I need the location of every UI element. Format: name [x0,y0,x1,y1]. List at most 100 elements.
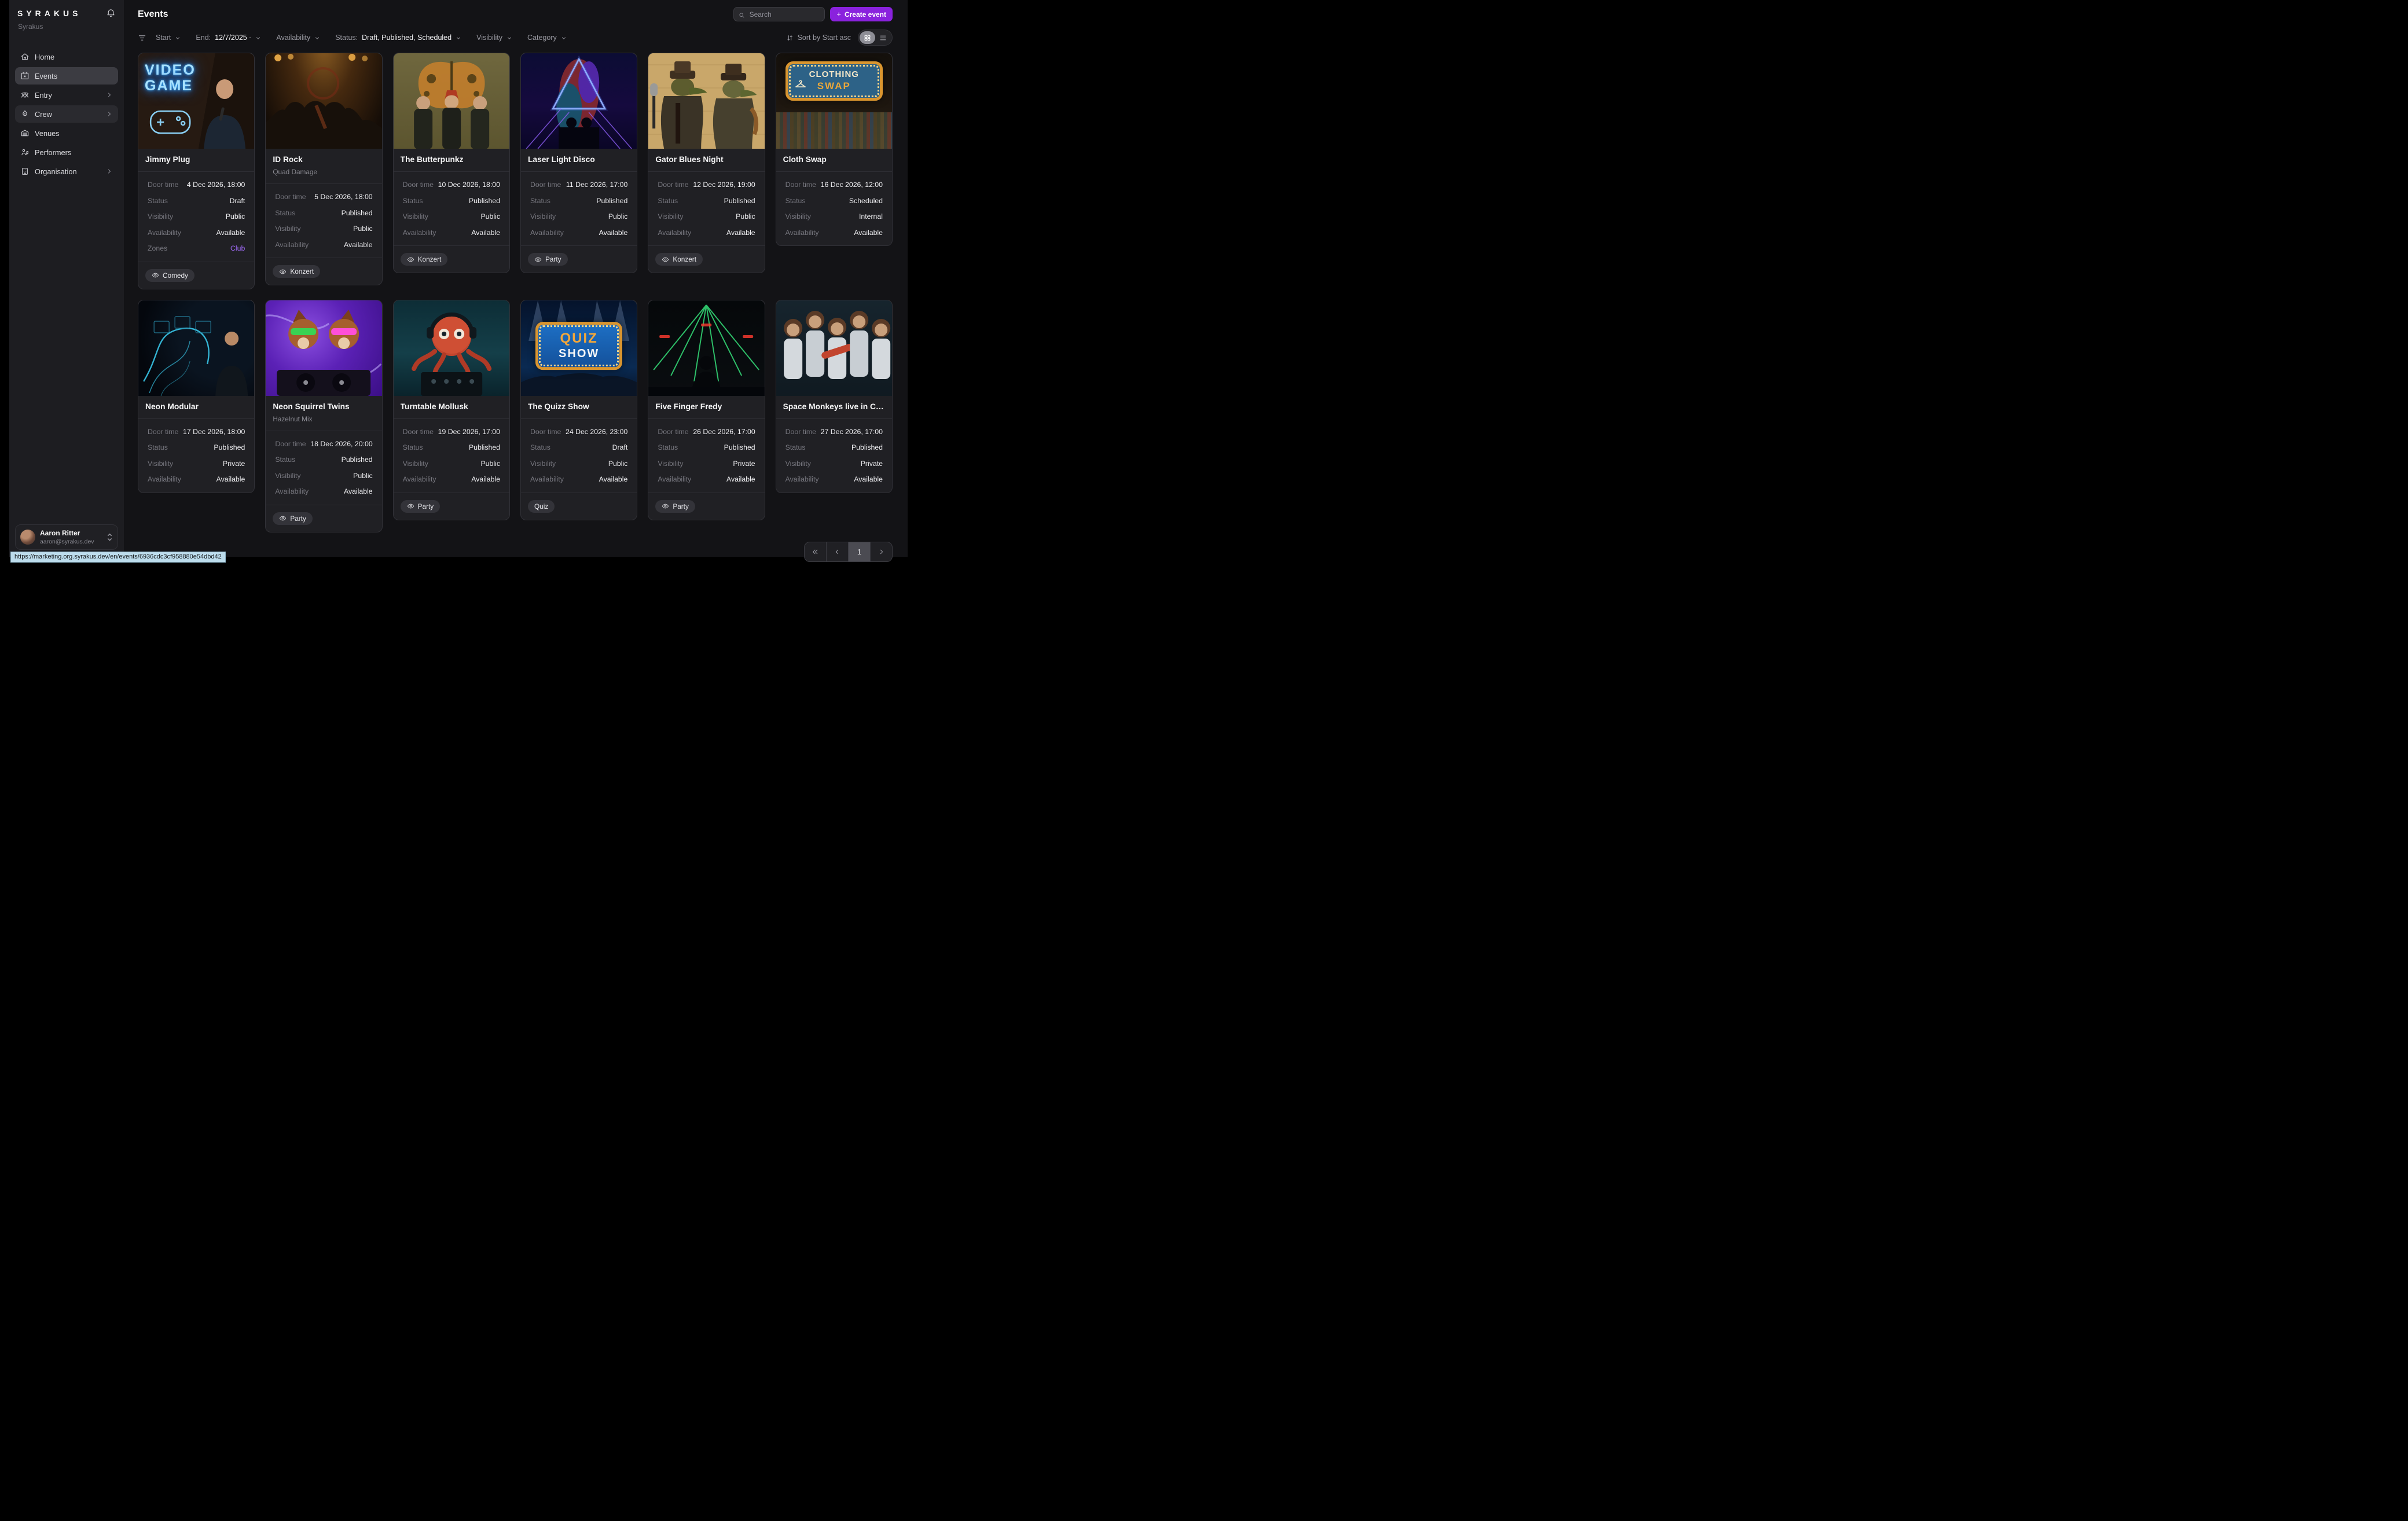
detail-value: Public [353,225,373,233]
category-label: Party [418,502,434,510]
event-card[interactable]: VIDEOGAMEJimmy PlugDoor time4 Dec 2026, … [138,53,255,289]
detail-label: Availability [275,487,309,495]
detail-label: Visibility [785,212,811,221]
detail-row: AvailabilityAvailable [148,229,245,237]
page-first-button[interactable] [805,542,826,561]
detail-row: StatusPublished [275,209,372,217]
category-label: Comedy [163,271,188,280]
event-title: Neon Modular [145,402,247,411]
search-input[interactable] [733,7,825,21]
sidebar-item-organisation[interactable]: Organisation [15,163,118,180]
sidebar-item-crew[interactable]: Crew [15,105,118,123]
sort-arrows-icon [786,34,794,42]
event-card[interactable]: Neon Modular Door time17 Dec 2026, 18:00S… [138,300,255,493]
event-image [266,53,381,149]
filter-availability[interactable]: Availability [276,34,320,42]
filter-label: Status: [335,34,358,42]
page-title: Events [138,9,168,20]
poster-text: QUIZSHOW [535,322,622,370]
detail-row: Door time4 Dec 2026, 18:00 [148,181,245,189]
detail-value: Published [469,197,500,205]
detail-row: Door time17 Dec 2026, 18:00 [148,428,245,436]
sidebar-item-events[interactable]: Events [15,67,118,84]
eye-icon [407,502,414,510]
detail-row: Door time16 Dec 2026, 12:00 [785,181,883,189]
event-card[interactable]: Turntable MolluskDoor time19 Dec 2026, 1… [393,300,510,520]
detail-label: Status [658,443,678,451]
detail-value: Published [724,443,755,451]
event-tags: Quiz [521,493,637,520]
detail-row: StatusPublished [785,443,883,451]
grid-view-button[interactable] [860,31,875,44]
event-details: Door time24 Dec 2026, 23:00StatusDraftVi… [521,418,637,493]
eye-icon [662,256,669,263]
eye-icon [279,268,287,275]
event-tags: Party [648,493,764,520]
detail-row: VisibilityPrivate [148,460,245,468]
create-event-button[interactable]: + Create event [830,7,893,21]
category-badge: Quiz [528,500,555,513]
list-view-button[interactable] [875,31,891,44]
sidebar-item-label: Organisation [35,167,101,176]
home-icon [20,52,30,61]
sidebar-item-venues[interactable]: Venues [15,124,118,142]
detail-value: Available [471,475,500,483]
category-badge: Konzert [655,253,703,266]
event-details: Door time27 Dec 2026, 17:00StatusPublish… [776,418,892,493]
detail-value: Available [344,487,373,495]
detail-label: Door time [658,428,688,436]
event-card[interactable]: ID RockQuad DamageDoor time5 Dec 2026, 1… [265,53,382,285]
detail-row: Door time11 Dec 2026, 17:00 [530,181,627,189]
detail-value: Available [854,229,883,237]
event-image [648,300,764,396]
filter-start[interactable]: Start [156,34,181,42]
event-title: Laser Light Disco [528,155,630,164]
detail-label: Door time [275,440,306,448]
detail-row: Door time19 Dec 2026, 17:00 [403,428,500,436]
event-card[interactable]: QUIZSHOWThe Quizz ShowDoor time24 Dec 20… [520,300,637,520]
event-card[interactable]: Five Finger FredyDoor time26 Dec 2026, 1… [648,300,765,520]
sidebar-item-home[interactable]: Home [15,48,118,65]
user-menu[interactable]: Aaron Ritter aaron@syrakus.dev [15,524,118,550]
detail-row: VisibilityPublic [530,460,627,468]
event-card[interactable]: The ButterpunkzDoor time10 Dec 2026, 18:… [393,53,510,273]
event-image: CLOTHINGSWAP [776,53,892,149]
app-window: SYRAKUS Syrakus HomeEventsEntryCrewVenue… [9,0,908,557]
page-next-button[interactable] [870,542,892,561]
event-subtitle: Quad Damage [273,168,375,176]
search-field[interactable] [748,10,820,19]
event-card[interactable]: CLOTHINGSWAPCloth SwapDoor time16 Dec 20… [776,53,893,246]
detail-label: Availability [530,475,564,483]
detail-value: Published [851,443,883,451]
chevron-down-icon [255,35,261,41]
event-card[interactable]: Space Monkeys live in Conc...Door time27… [776,300,893,493]
bell-icon[interactable] [106,8,116,18]
filter-visibility[interactable]: Visibility [476,34,512,42]
sidebar-item-entry[interactable]: Entry [15,86,118,104]
filter-status[interactable]: Status: Draft, Published, Scheduled [335,34,461,42]
filter-category[interactable]: Category [527,34,567,42]
sort-control[interactable]: Sort by Start asc [786,34,851,42]
filter-end[interactable]: End:12/7/2025 - [196,34,261,42]
category-badge: Party [273,512,313,525]
chevron-down-icon [506,35,512,41]
event-card[interactable]: Laser Light Disco Door time11 Dec 2026, 1… [520,53,637,273]
detail-label: Visibility [658,460,683,468]
event-tags: Konzert [266,258,381,285]
detail-value: Available [599,475,628,483]
event-details: Door time17 Dec 2026, 18:00StatusPublish… [138,418,254,493]
event-card[interactable]: Neon Squirrel TwinsHazelnut MixDoor time… [265,300,382,532]
filter-value: Draft, Published, Scheduled [362,34,452,42]
event-title: Neon Squirrel Twins [273,402,375,411]
detail-value: 16 Dec 2026, 12:00 [821,181,883,189]
detail-row: Availability Available [530,475,627,483]
event-tags: Konzert [648,245,764,273]
event-card[interactable]: Gator Blues NightDoor time12 Dec 2026, 1… [648,53,765,273]
sidebar-item-performers[interactable]: Performers [15,144,118,161]
eye-icon [407,256,414,263]
detail-label: Availability [148,229,181,237]
page-number-1[interactable]: 1 [848,542,870,561]
filter-icon[interactable] [138,34,146,42]
sidebar-item-label: Venues [35,129,113,138]
page-prev-button[interactable] [826,542,848,561]
